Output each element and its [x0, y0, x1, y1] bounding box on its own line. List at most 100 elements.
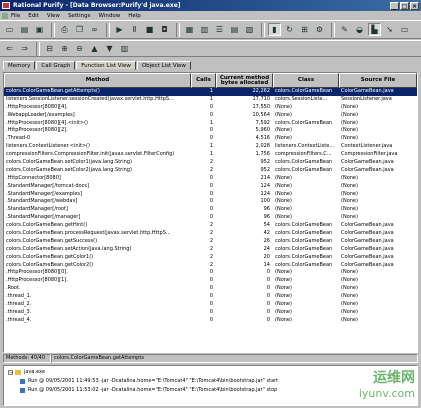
- tab-object-list-view[interactable]: Object List View: [136, 61, 191, 70]
- table-row[interactable]: .StandardManager[/manager] 0 96 (None) (None…: [4, 214, 417, 222]
- table-row[interactable]: .HttpProcessor[8080][2]. 0 5,960 (None) (Non…: [4, 127, 417, 135]
- back-icon[interactable]: ⇐: [3, 42, 16, 55]
- pause-icon[interactable]: Ⅱ: [128, 23, 141, 36]
- menu-edit[interactable]: Edit: [28, 13, 39, 19]
- table-cell: (None): [275, 214, 292, 221]
- list-icon[interactable]: ☰: [213, 23, 226, 36]
- table-row[interactable]: .HttpProcessor[8080][4]. 0 17,550 (None) (No…: [4, 104, 417, 112]
- table-cell: 0: [266, 301, 270, 308]
- table-cell: compressionFilters.CompressionFilter.ini…: [6, 151, 175, 158]
- table-row[interactable]: colors.ColorGameBean.setAction(java.lang…: [4, 246, 417, 254]
- tree-root-item[interactable]: − java.exe: [8, 369, 45, 375]
- table-cell: 0: [209, 277, 213, 284]
- table-row[interactable]: colors.ColorGameBean.getColor1() 2 20 color…: [4, 254, 417, 262]
- forward-icon[interactable]: ⇒: [18, 42, 31, 55]
- minimize-button[interactable]: _: [390, 1, 399, 10]
- rainbow-icon[interactable]: ◒: [353, 23, 366, 36]
- columns-icon[interactable]: ▥: [118, 42, 131, 55]
- tab-memory[interactable]: Memory: [3, 61, 36, 70]
- table-row[interactable]: colors.ColorGameBean.getColor2() 2 14 color…: [4, 262, 417, 270]
- grid-icon[interactable]: ▦: [183, 23, 196, 36]
- table-row[interactable]: .WebappLoader[/examples] 0 10,564 (None) (No…: [4, 112, 417, 120]
- expand-icon[interactable]: ⊕: [58, 42, 71, 55]
- menu-file[interactable]: File: [11, 13, 20, 19]
- table-cell: 4,516: [255, 135, 270, 142]
- snapshot-icon[interactable]: ◘: [158, 23, 171, 36]
- table-row[interactable]: listeners.ContextListener.<init>() 1 2,028…: [4, 143, 417, 151]
- tree-run-item[interactable]: Run @ 09/05/2001 11:49:53 -jar -Dcatalin…: [20, 378, 278, 384]
- column-header-class[interactable]: Class: [273, 73, 339, 88]
- menu-help[interactable]: Help: [128, 13, 141, 19]
- chart-icon[interactable]: ▧: [243, 23, 256, 36]
- run-icon[interactable]: ▶: [113, 23, 126, 36]
- column-header-calls[interactable]: Calls: [191, 73, 216, 88]
- tab-function-list-view[interactable]: Function List View: [76, 61, 136, 70]
- table-cell: (None): [275, 285, 292, 292]
- menu-window[interactable]: Window: [99, 13, 121, 19]
- close-button[interactable]: ×: [410, 1, 419, 10]
- open-icon[interactable]: ▤: [18, 23, 31, 36]
- table-icon[interactable]: ▤: [228, 23, 241, 36]
- graph-icon[interactable]: ▙: [368, 23, 381, 36]
- memory-icon[interactable]: ▥: [198, 23, 211, 36]
- table-cell: 17,710: [252, 95, 271, 102]
- stop-icon[interactable]: ■: [143, 23, 156, 36]
- column-header-source-file[interactable]: Source File: [339, 73, 417, 88]
- up-icon[interactable]: ▲: [88, 42, 101, 55]
- tree-view-icon[interactable]: ⊟: [43, 42, 56, 55]
- table-cell: (None): [341, 119, 358, 126]
- table-cell: colors.ColorGameBean.setColor1(java.lang…: [6, 159, 132, 166]
- table-row[interactable]: .HttpProcessor[8080][4].<init>() 1 7,592 co…: [4, 120, 417, 128]
- table-row[interactable]: colors.ColorGameBean.setColor1(java.lang…: [4, 159, 417, 167]
- binoculars-icon[interactable]: ∞: [88, 23, 101, 36]
- table-cell: colors.ColorGameBean: [275, 159, 333, 166]
- settings-icon[interactable]: ⚙: [313, 23, 326, 36]
- menu-settings[interactable]: Settings: [68, 13, 91, 19]
- print-icon[interactable]: ⎙: [58, 23, 71, 36]
- table-row[interactable]: .StandardManager[/webdav] 0 100 (None) (None…: [4, 198, 417, 206]
- table-cell: ContextListener.java: [341, 143, 393, 150]
- table-row[interactable]: .HttpProcessor[8080][0]. 0 0 (None) (None): [4, 269, 417, 277]
- table-row[interactable]: .Root. 0 0 (None) (None): [4, 285, 417, 293]
- table-row[interactable]: .thread_3. 0 0 (None) (None): [4, 309, 417, 317]
- help-pointer-icon[interactable]: ➘: [383, 23, 396, 36]
- table-row[interactable]: .HttpProcessor[8080][1]. 0 0 (None) (None): [4, 277, 417, 285]
- refresh-icon[interactable]: ↻: [283, 23, 296, 36]
- menu-view[interactable]: View: [47, 13, 60, 19]
- new-icon[interactable]: ▭: [3, 23, 16, 36]
- collapse-toggle-icon[interactable]: −: [8, 369, 13, 375]
- filter-icon[interactable]: ▮: [268, 23, 281, 36]
- copy-icon[interactable]: ❐: [73, 23, 86, 36]
- table-row[interactable]: compressionFilters.CompressionFilter.ini…: [4, 151, 417, 159]
- table-cell: .StandardManager[/webdav]: [6, 198, 78, 205]
- window-icon[interactable]: ▭: [398, 23, 411, 36]
- tab-call-graph[interactable]: Call Graph: [36, 61, 76, 70]
- column-header-bytes[interactable]: Current method bytes allocated: [216, 73, 273, 88]
- table-row[interactable]: .thread_4. 0 0 (None) (None): [4, 317, 417, 325]
- tree-icon[interactable]: ⊞: [298, 23, 311, 36]
- document-icon[interactable]: [2, 12, 8, 19]
- table-row[interactable]: .thread_1. 0 0 (None) (None): [4, 293, 417, 301]
- table-row[interactable]: .StandardManager[/root] 0 96 (None) (None): [4, 206, 417, 214]
- maximize-button[interactable]: □: [400, 1, 409, 10]
- table-row[interactable]: .HttpConnector[8080] 0 214 (None) (None): [4, 175, 417, 183]
- table-row[interactable]: listeners.SessionListener.sessionCreated…: [4, 96, 417, 104]
- down-icon[interactable]: ▼: [103, 42, 116, 55]
- table-row[interactable]: colors.ColorGameBean.processRequest(java…: [4, 230, 417, 238]
- table-row[interactable]: colors.ColorGameBean.getHint() 2 54 colors.…: [4, 222, 417, 230]
- pencil-icon[interactable]: ✎: [338, 23, 351, 36]
- table-cell: ColorGameBean.java: [341, 88, 394, 94]
- table-row[interactable]: colors.ColorGameBean.setColor2(java.lang…: [4, 167, 417, 175]
- table-row[interactable]: colors.ColorGameBean.getAttempts() 1 22,26…: [4, 88, 417, 96]
- table-cell: 952: [260, 166, 270, 173]
- collapse-icon[interactable]: ⊖: [73, 42, 86, 55]
- table-row[interactable]: .Thread-0 0 4,516 (None) (None): [4, 135, 417, 143]
- table-row[interactable]: colors.ColorGameBean.getSuccess() 2 26 colo…: [4, 238, 417, 246]
- table-row[interactable]: .StandardManager[/examples] 0 124 (None) (No…: [4, 191, 417, 199]
- table-cell: CompressionFilter.java: [341, 151, 398, 158]
- table-row[interactable]: .thread_2. 0 0 (None) (None): [4, 301, 417, 309]
- column-header-method[interactable]: Method: [4, 73, 191, 88]
- tree-run-item[interactable]: Run @ 09/05/2001 11:53:02 -jar -Dcatalin…: [20, 387, 277, 393]
- table-row[interactable]: .StandardManager[/tomcat-docs] 0 124 (None)…: [4, 183, 417, 191]
- save-icon[interactable]: ▣: [33, 23, 46, 36]
